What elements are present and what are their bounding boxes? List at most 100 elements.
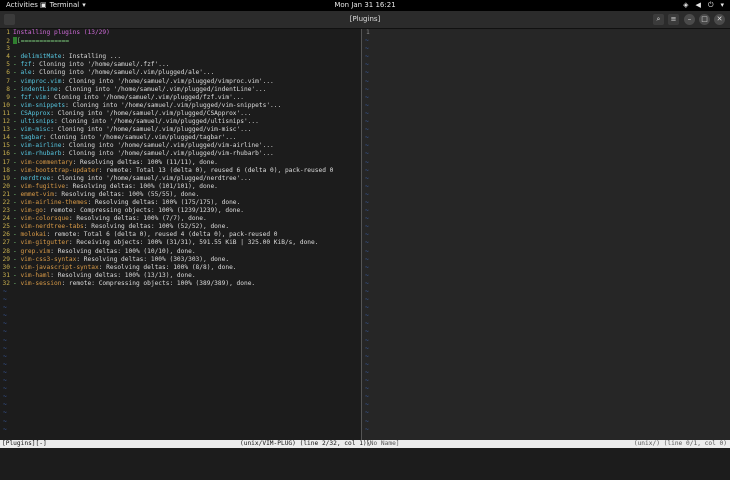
plugin-line: 19- nerdtree: Cloning into '/home/samuel… <box>0 175 361 183</box>
command-line[interactable] <box>0 448 730 456</box>
power-icon: ⏻ <box>707 1 714 9</box>
volume-icon: ◀ <box>695 1 701 9</box>
empty-line-marker: ~ <box>3 344 7 352</box>
line-number: 12 <box>2 118 10 126</box>
close-button[interactable]: ✕ <box>714 14 725 25</box>
empty-line-marker: ~ <box>365 377 369 385</box>
line-number: 32 <box>2 279 10 287</box>
menu-icon[interactable]: ≡ <box>668 14 679 25</box>
header-line: 1 Installing plugins (13/29) <box>6 29 110 36</box>
line-number: 30 <box>2 263 10 271</box>
plugin-line: 10- vim-snippets: Cloning into '/home/sa… <box>0 102 361 110</box>
empty-line-marker: ~ <box>365 142 369 150</box>
search-icon[interactable]: ⌕ <box>653 14 664 25</box>
line-number: 13 <box>2 126 10 134</box>
plugin-status: : Cloning into '/home/samuel/.fzf'... <box>31 61 170 69</box>
line-number: 20 <box>2 182 10 190</box>
plugin-status: : remote: Compressing objects: 100% (389… <box>61 279 256 287</box>
plugin-status: : Cloning into '/home/samuel/.vim/plugge… <box>31 69 215 77</box>
plugin-name: vim-commentary <box>20 158 73 166</box>
plugin-line: 16- vim-rhubarb: Cloning into '/home/sam… <box>0 150 361 158</box>
plugin-status: : Resolving deltas: 100% (52/52), done. <box>83 223 230 231</box>
plugin-name: ale <box>20 69 32 77</box>
progress-bar: [============= <box>17 37 70 45</box>
plugin-line: 26- molokai: remote: Total 6 (delta 0), … <box>0 231 361 239</box>
plugin-name: vim-haml <box>20 271 51 279</box>
plugin-name: fzf <box>20 61 32 69</box>
network-icon: ◈ <box>683 1 689 9</box>
empty-line-marker: ~ <box>365 360 369 368</box>
plugin-status: : Cloning into '/home/samuel/.vim/plugge… <box>50 174 252 182</box>
plugin-name: vimproc.vim <box>20 77 62 85</box>
empty-line-marker: ~ <box>365 385 369 393</box>
line-number: 16 <box>2 150 10 158</box>
plugin-status: : Cloning into '/home/samuel/.vim/plugge… <box>53 118 259 126</box>
empty-line-marker: ~ <box>3 320 7 328</box>
empty-line-marker: ~ <box>365 393 369 401</box>
empty-line-marker: ~ <box>365 425 369 433</box>
plugin-name: grep.vim <box>20 247 51 255</box>
empty-line-marker: ~ <box>365 182 369 190</box>
empty-line-marker: ~ <box>365 109 369 117</box>
blank-line: 3 <box>6 45 10 53</box>
plugin-line: 27- vim-gitgutter: Receiving objects: 10… <box>0 239 361 247</box>
empty-line-marker: ~ <box>365 239 369 247</box>
empty-line-marker: ~ <box>3 360 7 368</box>
empty-line-marker: ~ <box>365 344 369 352</box>
line-number: 21 <box>2 190 10 198</box>
plugin-status: : Resolving deltas: 100% (175/175), done… <box>87 198 241 206</box>
empty-line-marker: ~ <box>365 255 369 263</box>
plugin-name: ultisnips <box>20 118 54 126</box>
plugin-name: vim-colorsque <box>20 215 69 223</box>
plugin-line: 25- vim-nerdtree-tabs: Resolving deltas:… <box>0 223 361 231</box>
plugin-status: : remote: Compressing objects: 100% (123… <box>42 207 244 215</box>
plugin-line: 23- vim-go: remote: Compressing objects:… <box>0 207 361 215</box>
plugin-name: delimitMate <box>20 53 62 61</box>
empty-line-marker: ~ <box>365 271 369 279</box>
line-number: 18 <box>2 166 10 174</box>
top-bar: Activities ▣ Terminal ▾ Mon Jan 31 16:21… <box>0 0 730 11</box>
plugin-line: 14- tagbar: Cloning into '/home/samuel/.… <box>0 134 361 142</box>
empty-line-marker: ~ <box>3 296 7 304</box>
empty-line-marker: ~ <box>365 263 369 271</box>
plugin-status: : Resolving deltas: 100% (7/7), done. <box>68 215 207 223</box>
empty-line-marker: ~ <box>365 247 369 255</box>
empty-line-marker: ~ <box>365 126 369 134</box>
clock[interactable]: Mon Jan 31 16:21 <box>0 0 730 11</box>
install-header: Installing plugins (13/29) <box>13 29 110 36</box>
plugin-name: vim-nerdtree-tabs <box>20 223 84 231</box>
empty-line-marker: ~ <box>365 134 369 142</box>
empty-line-marker: ~ <box>365 215 369 223</box>
system-tray[interactable]: ◈ ◀ ⏻ ▾ <box>683 0 724 11</box>
plugin-name: fzf.vim <box>20 93 47 101</box>
line-number: 15 <box>2 142 10 150</box>
plugin-line: 5- fzf: Cloning into '/home/samuel/.fzf'… <box>0 61 361 69</box>
minimize-button[interactable]: – <box>684 14 695 25</box>
line-number: 27 <box>2 239 10 247</box>
line-number: 9 <box>6 93 10 101</box>
plugin-name: nerdtree <box>20 174 51 182</box>
empty-line-marker: ~ <box>365 166 369 174</box>
empty-line-marker: ~ <box>365 231 369 239</box>
empty-line-marker: ~ <box>365 304 369 312</box>
line-number: 26 <box>2 231 10 239</box>
empty-line-marker: ~ <box>365 37 369 45</box>
line-number: 28 <box>2 247 10 255</box>
line-number: 25 <box>2 223 10 231</box>
line-number: 4 <box>6 53 10 61</box>
line-number: 24 <box>2 215 10 223</box>
empty-line-marker: ~ <box>365 328 369 336</box>
empty-line-marker: ~ <box>365 198 369 206</box>
plugin-line: 15- vim-airline: Cloning into '/home/sam… <box>0 142 361 150</box>
empty-line-marker: ~ <box>365 417 369 425</box>
empty-line-marker: ~ <box>3 352 7 360</box>
plugin-line: 9- fzf.vim: Cloning into '/home/samuel/.… <box>0 94 361 102</box>
empty-line-marker: ~ <box>365 69 369 77</box>
plugin-status: : Cloning into '/home/samuel/.vim/plugge… <box>46 93 244 101</box>
plugin-status: : remote: Total 13 (delta 0), reused 6 (… <box>98 166 334 174</box>
line-number: 17 <box>2 158 10 166</box>
plugin-install-pane[interactable]: 1 Installing plugins (13/29) 2 [==========… <box>0 29 361 440</box>
empty-buffer-pane[interactable]: 1 ~ ~ ~ ~ ~ ~ ~ ~ ~ ~ ~ ~ ~ ~ ~ ~ ~ ~ ~ ~ ~ ~ ~ ~ ~ ~ ~ ~ ~ ~ ~ ~ ~ ~ ~ ~ ~ ~… <box>362 29 730 440</box>
maximize-button[interactable]: □ <box>699 14 710 25</box>
line-number: 31 <box>2 271 10 279</box>
